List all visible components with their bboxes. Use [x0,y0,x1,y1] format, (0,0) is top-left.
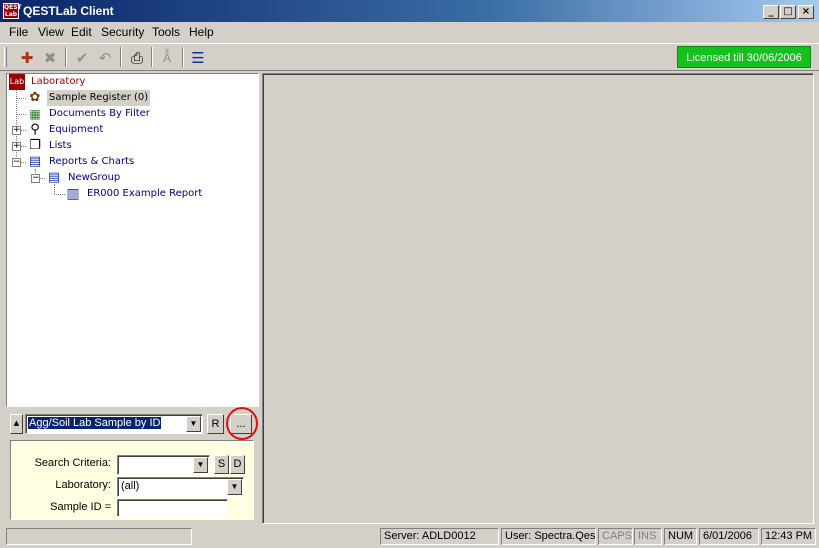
search-type-dropdown[interactable]: Agg/Soil Lab Sample by ID ▼ [25,414,203,434]
maximize-button[interactable]: □ [780,5,796,19]
search-criteria-panel: Search Criteria: ▼ S D Laboratory: (all)… [10,440,254,520]
laboratory-dropdown[interactable]: (all) ▼ [117,477,244,497]
spell-check-icon[interactable]: Aͯ [156,47,178,69]
sample-register-icon: ✿ [29,90,41,105]
search-criteria-label: Search Criteria: [34,457,111,469]
search-type-value: Agg/Soil Lab Sample by ID [26,416,163,430]
ins-indicator: INS [634,528,662,545]
undo-icon[interactable]: ↶ [94,47,116,69]
scroll-up-arrow-icon[interactable]: ▲ [10,414,23,434]
collapse-newgroup-button[interactable]: − [31,174,40,183]
menu-bar: File View Edit Security Tools Help [0,22,819,42]
tree-line [40,178,45,179]
menu-view[interactable]: View [38,25,64,39]
status-bar: Server: ADLD0012 User: Spectra.Qest CAPS… [0,526,819,548]
sample-id-label: Sample ID = [50,501,111,513]
d-button[interactable]: D [230,455,245,474]
tree-line [21,130,26,131]
license-status: Licensed till 30/06/2006 [677,46,811,68]
equipment-icon: ⚲ [30,122,40,137]
menu-security[interactable]: Security [101,25,144,39]
menu-tools[interactable]: Tools [152,25,180,39]
tree-label: NewGroup [68,172,121,183]
laboratory-label: Laboratory: [55,479,111,491]
tree-line [21,162,26,163]
status-message [6,528,192,545]
filter-icon: ▦ [29,107,41,121]
tree-label: Documents By Filter [49,108,150,119]
toolbar-separator [65,47,67,67]
toolbar-separator [151,47,153,67]
close-button[interactable]: × [798,5,814,19]
chevron-down-icon[interactable]: ▼ [186,416,201,432]
new-record-icon[interactable]: ✚ [16,47,38,69]
expand-lists-button[interactable]: + [12,142,21,151]
tree-label: Sample Register (0) [47,90,151,106]
window-title: QESTLab Client [23,4,114,18]
minimize-button[interactable]: _ [763,5,779,19]
menu-file[interactable]: File [9,25,28,39]
chevron-down-icon[interactable]: ▼ [193,457,208,473]
title-bar: QEST Lab QESTLab Client _ □ × [0,0,819,22]
app-logo-icon: QEST Lab [3,3,22,19]
tree-line [16,98,26,99]
reports-icon: ▤ [28,154,42,169]
tree-view-icon[interactable]: ☰ [187,47,209,69]
sample-id-field[interactable] [117,499,228,517]
toolbar-separator [120,47,122,67]
collapse-reports-button[interactable]: − [12,158,21,167]
chevron-down-icon[interactable]: ▼ [227,479,242,495]
laboratory-icon: Lab [9,74,25,90]
lists-icon: ❐ [29,138,41,153]
date-status: 6/01/2006 [699,528,759,545]
laboratory-value: (all) [121,480,140,492]
check-icon[interactable]: ✔ [71,47,93,69]
toolbar-grip[interactable] [4,47,7,67]
tree-line [16,114,26,115]
main-content-area [262,73,814,524]
toolbar-separator [182,47,184,67]
search-selector-bar: ▲ Agg/Soil Lab Sample by ID ▼ R ... [6,410,259,438]
tree-label: Reports & Charts [49,156,135,167]
tree-label: Laboratory [31,76,86,87]
time-status: 12:43 PM [761,528,816,545]
tree-label: ER000 Example Report [87,188,203,199]
r-button[interactable]: R [207,414,224,434]
tree-label: Lists [49,140,72,151]
num-indicator: NUM [664,528,697,545]
s-button[interactable]: S [214,455,229,474]
print-icon[interactable]: ⎙ [126,47,148,69]
menu-edit[interactable]: Edit [71,25,92,39]
tree-label: Equipment [49,124,104,135]
server-status: Server: ADLD0012 [380,528,499,545]
delete-icon[interactable]: ✖ [39,47,61,69]
group-icon: ▤ [47,170,61,185]
tree-line [21,146,26,147]
toolbar: ✚ ✖ ✔ ↶ ⎙ Aͯ ☰ Licensed till 30/06/2006 [0,43,819,71]
search-criteria-dropdown[interactable]: ▼ [117,455,210,475]
tree-line [54,194,65,195]
navigation-tree[interactable]: Lab Laboratory ✿ Sample Register (0) ▦ D… [6,73,259,407]
user-status: User: Spectra.Qest [501,528,596,545]
expand-equipment-button[interactable]: + [12,126,21,135]
caps-indicator: CAPS [598,528,633,545]
highlight-circle [226,407,258,440]
menu-help[interactable]: Help [189,25,214,39]
report-icon: ▥ [66,186,80,202]
